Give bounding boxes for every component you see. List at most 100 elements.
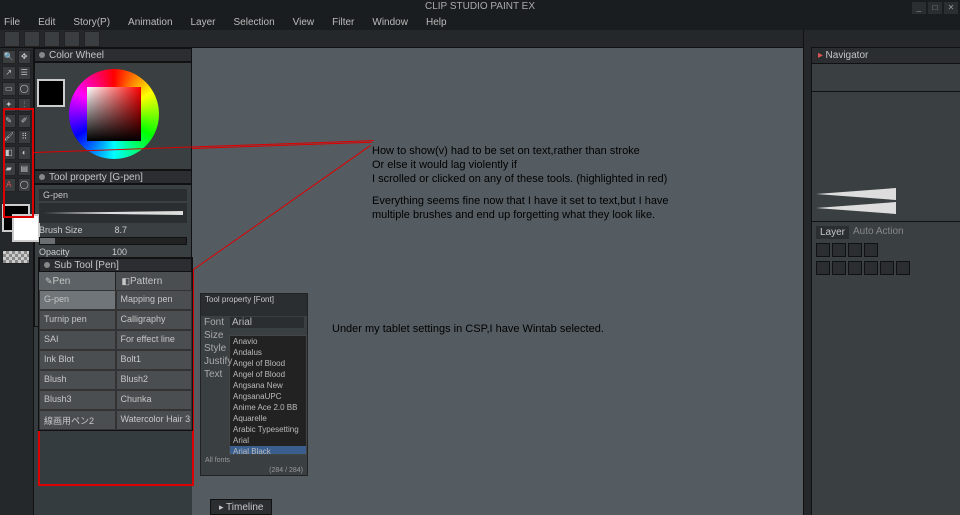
font-option[interactable]: Angel of Blood [230, 369, 306, 380]
opacity-value[interactable]: 100 [103, 247, 127, 257]
font-label: Font [204, 317, 230, 328]
sub-item[interactable]: SAI [39, 330, 116, 350]
sub-tool-header[interactable]: Sub Tool [Pen] [39, 258, 192, 272]
font-panel-header[interactable]: Tool property [Font] [201, 294, 307, 306]
new-layer-icon[interactable] [816, 261, 830, 275]
sub-tab-pen[interactable]: ✎ Pen [39, 272, 116, 290]
color-wheel-panel[interactable] [34, 62, 192, 170]
font-option[interactable]: Angel of Blood [230, 358, 306, 369]
layer-clip-icon[interactable] [864, 243, 878, 257]
brush-shape-preview [812, 182, 960, 222]
font-option[interactable]: Arabic Typesetting [230, 424, 306, 435]
sub-item[interactable]: Calligraphy [116, 310, 193, 330]
font-option[interactable]: Anime Ace 2.0 BB [230, 402, 306, 413]
auto-action-tab[interactable]: Auto Action [853, 226, 904, 239]
lasso-tool-icon[interactable]: ◯ [18, 82, 32, 96]
color-swatch[interactable] [37, 79, 65, 107]
layer-move-tool-icon[interactable]: ☰ [18, 66, 32, 80]
style-label: Style [204, 343, 230, 354]
sub-item[interactable]: Chunka [116, 390, 193, 410]
justify-label: Justify [204, 356, 230, 367]
annotation-line-4: Everything seems fine now that I have it… [372, 194, 669, 208]
layer-ruler-icon[interactable] [896, 261, 910, 275]
operation-tool-icon[interactable]: ↗ [2, 66, 16, 80]
save-icon[interactable] [44, 31, 60, 47]
checker-swatch[interactable] [2, 250, 30, 264]
sub-item[interactable]: Watercolor Hair 3 Stand [116, 410, 193, 430]
timeline-tab[interactable]: ▸ Timeline [210, 499, 272, 515]
menu-layer[interactable]: Layer [191, 17, 216, 28]
sub-item[interactable]: G-pen [39, 290, 116, 310]
font-value[interactable]: Arial [230, 317, 304, 328]
menu-selection[interactable]: Selection [234, 17, 275, 28]
layer-tab[interactable]: Layer [816, 226, 849, 239]
sub-tab-pattern-label: Pattern [130, 276, 162, 287]
tool-property-header[interactable]: Tool property [G-pen] [34, 170, 192, 184]
layer-mask-icon[interactable] [880, 261, 894, 275]
size-label: Size [204, 330, 230, 341]
new-icon[interactable] [4, 31, 20, 47]
layer-opacity-icon[interactable] [832, 243, 846, 257]
menu-view[interactable]: View [293, 17, 315, 28]
font-option[interactable]: AngsanaUPC [230, 391, 306, 402]
menu-help[interactable]: Help [426, 17, 447, 28]
undo-icon[interactable] [64, 31, 80, 47]
sub-item[interactable]: Blush2 [116, 370, 193, 390]
font-option[interactable]: Anavio [230, 336, 306, 347]
layer-lock-icon[interactable] [848, 243, 862, 257]
minimize-button[interactable]: _ [912, 2, 926, 14]
close-button[interactable]: ✕ [944, 2, 958, 14]
text-label: Text [204, 369, 230, 380]
sub-tool-list: G-pen Mapping pen Turnip pen Calligraphy… [39, 290, 192, 430]
sub-item[interactable]: Mapping pen [116, 290, 193, 310]
layer-mode-icon[interactable] [816, 243, 830, 257]
sub-item[interactable]: Bolt1 [116, 350, 193, 370]
sub-tool-title: Sub Tool [Pen] [54, 260, 119, 271]
font-property-panel: Tool property [Font] FontArial Size Styl… [200, 293, 308, 476]
sub-item[interactable]: Blush [39, 370, 116, 390]
maximize-button[interactable]: □ [928, 2, 942, 14]
sub-item[interactable]: Ink Blot [39, 350, 116, 370]
sub-item[interactable]: 線画用ペン2 [39, 410, 116, 430]
font-option[interactable]: Andalus [230, 347, 306, 358]
color-wheel-header[interactable]: Color Wheel [34, 48, 192, 62]
menu-story[interactable]: Story(P) [73, 17, 110, 28]
move-tool-icon[interactable]: ✥ [18, 50, 32, 64]
sub-tab-pattern[interactable]: ◧ Pattern [116, 272, 193, 290]
menu-animation[interactable]: Animation [128, 17, 172, 28]
font-option[interactable]: Arial [230, 435, 306, 446]
titlebar: CLIP STUDIO PAINT EX [0, 0, 960, 14]
magnify-tool-icon[interactable]: 🔍 [2, 50, 16, 64]
annotation-line-6: Under my tablet settings in CSP,I have W… [332, 322, 604, 336]
sub-item[interactable]: For effect line [116, 330, 193, 350]
annotation-line-5: multiple brushes and end up forgetting w… [372, 208, 655, 222]
open-icon[interactable] [24, 31, 40, 47]
marquee-tool-icon[interactable]: ▭ [2, 82, 16, 96]
menu-edit[interactable]: Edit [38, 17, 55, 28]
font-option[interactable]: Aquarelle [230, 413, 306, 424]
color-wheel-square[interactable] [87, 87, 141, 141]
right-dock: ▸ Navigator Layer Auto Action [811, 48, 960, 515]
font-option-highlighted[interactable]: Arial Black [230, 446, 306, 455]
sub-item[interactable]: Turnip pen [39, 310, 116, 330]
all-fonts-label: All fonts [205, 457, 230, 464]
redo-icon[interactable] [84, 31, 100, 47]
sub-item[interactable]: Blush3 [39, 390, 116, 410]
navigator-tab[interactable]: ▸ Navigator [812, 48, 960, 64]
navigator-preview[interactable] [812, 64, 960, 92]
new-folder-icon[interactable] [832, 261, 846, 275]
tool-property-label: Tool property [G-pen] [49, 172, 143, 183]
font-option[interactable]: Angsana New [230, 380, 306, 391]
brush-size-slider[interactable] [39, 237, 187, 245]
background-color-swatch[interactable] [12, 214, 40, 242]
brush-size-value[interactable]: 8.7 [103, 225, 127, 235]
font-dropdown-list[interactable]: Anavio Andalus Angel of Blood Angel of B… [229, 335, 307, 455]
menu-window[interactable]: Window [372, 17, 408, 28]
delete-layer-icon[interactable] [848, 261, 862, 275]
merge-layer-icon[interactable] [864, 261, 878, 275]
right-toolbar-strip [803, 30, 811, 515]
highlight-box-tools [3, 108, 34, 218]
navigator-label: Navigator [826, 50, 869, 61]
menu-file[interactable]: File [4, 17, 20, 28]
menu-filter[interactable]: Filter [332, 17, 354, 28]
